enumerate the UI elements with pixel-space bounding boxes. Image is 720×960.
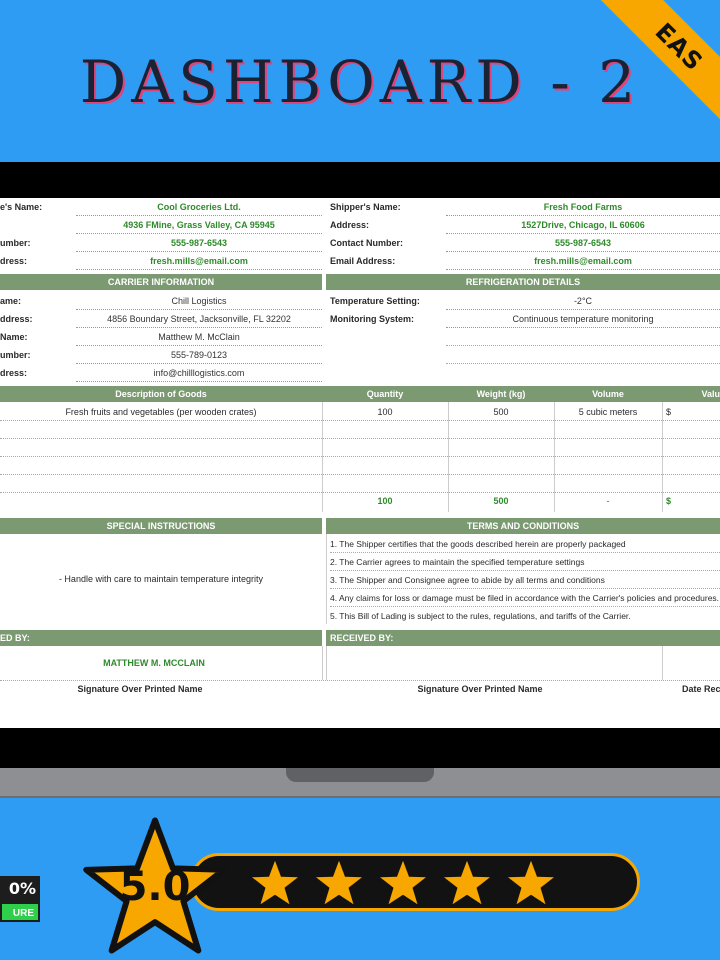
terms-item: 4. Any claims for loss or damage must be… [330,593,720,603]
field-label: Address: [330,220,370,230]
col-volume: Volume [592,389,624,399]
shipper-email-value[interactable]: fresh.mills@email.com [446,252,720,270]
field-label: dress: [0,256,28,266]
terms-item: 2. The Carrier agrees to maintain the sp… [330,557,585,567]
divider [322,646,323,680]
col-quantity: Quantity [366,389,404,399]
field-label: ame: [0,296,22,306]
divider [0,474,720,475]
carrier-name-value[interactable]: Chill Logistics [76,292,322,310]
temperature-value[interactable]: -2°C [446,292,720,310]
total-volume: - [606,496,610,506]
field-label: umber: [0,238,31,248]
shipped-by-header: ED BY: [0,630,322,646]
terms-item: 5. This Bill of Lading is subject to the… [330,611,631,621]
terms-header: TERMS AND CONDITIONS [326,518,720,534]
carrier-email-value[interactable]: info@chilllogistics.com [76,364,322,382]
carrier-header: CARRIER INFORMATION [0,274,322,290]
field-label: ddress: [0,314,33,324]
field-label: Shipper's Name: [330,202,401,212]
field-label [0,216,76,234]
rating-score: 5.0 [119,864,191,910]
goods-weight-cell[interactable]: 500 [448,403,554,421]
col-weight: Weight (kg) [476,389,526,399]
signature-caption: Signature Over Printed Name [417,684,543,694]
divider [0,420,720,421]
monitoring-value[interactable]: Continuous temperature monitoring [446,310,720,328]
laptop-notch [286,768,434,782]
page-title: DASHBOARD - 2 [79,48,641,116]
goods-quantity-cell[interactable]: 100 [322,403,448,421]
divider [326,534,327,624]
email-row: dress: fresh.mills@email.com Email Addre… [0,252,720,270]
star-icon [444,860,490,905]
shipper-name-value[interactable]: Fresh Food Farms [446,198,720,216]
total-value: $ [666,496,672,506]
consignee-name-value[interactable]: Cool Groceries Ltd. [76,198,322,216]
spreadsheet: e's Name: Cool Groceries Ltd. Shipper's … [0,198,720,728]
consignee-phone-value[interactable]: 555-987-6543 [76,234,322,252]
shipper-phone-value[interactable]: 555-987-6543 [446,234,720,252]
total-weight: 500 [493,496,509,506]
divider [326,646,327,680]
goods-volume-cell[interactable]: 5 cubic meters [554,403,662,421]
carrier-row: Name: Matthew M. McClain [0,328,720,346]
carrier-row: umber: 555-789-0123 [0,346,720,364]
field-label: Monitoring System: [330,314,415,324]
contact-row: umber: 555-987-6543 Contact Number: 555-… [0,234,720,252]
star-icon [252,860,298,905]
col-value: Valu [701,389,720,399]
consignee-row: e's Name: Cool Groceries Ltd. Shipper's … [0,198,720,216]
divider [330,552,720,553]
carrier-address-value[interactable]: 4856 Boundary Street, Jacksonville, FL 3… [76,310,322,328]
carrier-phone-value[interactable]: 555-789-0123 [76,346,322,364]
badge-bottom-text: URE [0,902,40,922]
shipper-signature-name[interactable]: MATTHEW M. MCCLAIN [0,654,308,672]
field-label: Temperature Setting: [330,296,420,306]
field-label: e's Name: [0,202,43,212]
divider [0,456,720,457]
carrier-row: ddress: 4856 Boundary Street, Jacksonvil… [0,310,720,328]
address-row: 4936 FMine, Grass Valley, CA 95945 Addre… [0,216,720,234]
driver-name-value[interactable]: Matthew M. McClain [76,328,322,346]
terms-item: 3. The Shipper and Consignee agree to ab… [330,575,605,585]
special-instructions-header: SPECIAL INSTRUCTIONS [0,518,322,534]
rating-stars [250,858,556,908]
date-received-caption: Date Rec [682,684,720,694]
col-description: Description of Goods [115,389,207,399]
signature-caption: Signature Over Printed Name [77,684,203,694]
special-instructions-text[interactable]: - Handle with care to maintain temperatu… [0,570,322,588]
field-label: umber: [0,350,31,360]
carrier-row: dress: info@chilllogistics.com [0,364,720,382]
laptop-screen: e's Name: Cool Groceries Ltd. Shipper's … [0,162,720,768]
divider [662,646,663,680]
badge-top-text: 0% [0,876,40,902]
carrier-row: ame: Chill Logistics Temperature Setting… [0,292,720,310]
divider [330,570,720,571]
received-by-header: RECEIVED BY: [326,630,720,646]
goods-description-cell[interactable]: Fresh fruits and vegetables (per wooden … [0,403,322,421]
consignee-address-value[interactable]: 4936 FMine, Grass Valley, CA 95945 [76,216,322,234]
divider [0,438,720,439]
divider [662,402,663,512]
field-label: Email Address: [330,256,396,266]
field-label: Contact Number: [330,238,404,248]
divider [330,588,720,589]
shipper-address-value[interactable]: 1527Drive, Chicago, IL 60606 [446,216,720,234]
star-icon [380,860,426,905]
consignee-email-value[interactable]: fresh.mills@email.com [76,252,322,270]
field-label: Name: [0,332,28,342]
terms-item: 1. The Shipper certifies that the goods … [330,539,626,549]
field-label: dress: [0,368,28,378]
goods-value-cell[interactable]: $ [666,403,720,421]
total-quantity: 100 [377,496,393,506]
refrigeration-header: REFRIGERATION DETAILS [326,274,720,290]
star-icon [316,860,362,905]
guarantee-badge: 0% URE [0,870,46,928]
star-icon [508,860,554,905]
divider [330,606,720,607]
